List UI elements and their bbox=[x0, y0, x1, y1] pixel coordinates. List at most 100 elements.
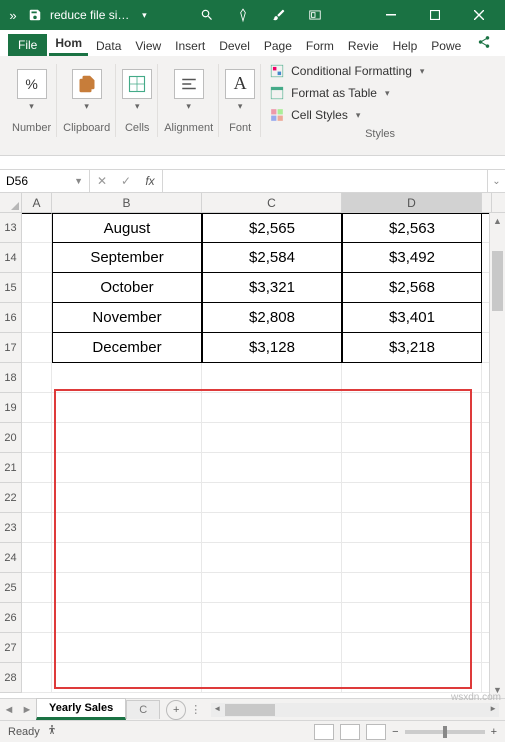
cell[interactable] bbox=[22, 273, 52, 303]
zoom-out-button[interactable]: − bbox=[392, 726, 398, 738]
row-header[interactable]: 23 bbox=[0, 513, 22, 543]
row-header[interactable]: 22 bbox=[0, 483, 22, 513]
ribbon-font[interactable]: A▾ Font bbox=[219, 60, 261, 155]
cell[interactable] bbox=[52, 543, 202, 573]
cell[interactable] bbox=[22, 483, 52, 513]
tab-devel[interactable]: Devel bbox=[213, 35, 256, 56]
cell[interactable] bbox=[22, 573, 52, 603]
col-header-D[interactable]: D bbox=[342, 193, 482, 212]
cell[interactable] bbox=[342, 423, 482, 453]
cell[interactable] bbox=[202, 513, 342, 543]
cell[interactable] bbox=[22, 663, 52, 693]
row-header[interactable]: 18 bbox=[0, 363, 22, 393]
cell[interactable] bbox=[22, 393, 52, 423]
row-header[interactable]: 24 bbox=[0, 543, 22, 573]
cell[interactable] bbox=[202, 393, 342, 423]
cell[interactable] bbox=[22, 243, 52, 273]
cell[interactable]: $3,492 bbox=[342, 243, 482, 273]
zoom-slider[interactable] bbox=[405, 730, 485, 734]
ribbon-number[interactable]: %▾ Number bbox=[6, 60, 57, 155]
row-header[interactable]: 15 bbox=[0, 273, 22, 303]
row-header[interactable]: 27 bbox=[0, 633, 22, 663]
ribbon-alignment[interactable]: ▾ Alignment bbox=[158, 60, 219, 155]
name-box[interactable]: D56▼ bbox=[0, 170, 90, 192]
tab-file[interactable]: File bbox=[8, 34, 47, 56]
col-header-C[interactable]: C bbox=[202, 193, 342, 212]
cell[interactable]: $2,584 bbox=[202, 243, 342, 273]
cell[interactable] bbox=[52, 363, 202, 393]
row-header[interactable]: 17 bbox=[0, 333, 22, 363]
cell[interactable]: $2,568 bbox=[342, 273, 482, 303]
cell[interactable] bbox=[342, 603, 482, 633]
view-layout-button[interactable] bbox=[340, 724, 360, 740]
close-button[interactable] bbox=[459, 0, 499, 30]
cell[interactable] bbox=[342, 543, 482, 573]
tab-view[interactable]: View bbox=[129, 35, 167, 56]
cell[interactable]: $2,563 bbox=[342, 213, 482, 243]
window-icon[interactable] bbox=[308, 8, 322, 22]
cell[interactable] bbox=[202, 633, 342, 663]
cell[interactable]: August bbox=[52, 213, 202, 243]
tab-page[interactable]: Page bbox=[258, 35, 298, 56]
cell[interactable] bbox=[202, 423, 342, 453]
horizontal-scrollbar[interactable]: ◄ ► bbox=[211, 703, 499, 717]
cell[interactable] bbox=[202, 573, 342, 603]
view-pagebreak-button[interactable] bbox=[366, 724, 386, 740]
cell[interactable] bbox=[52, 393, 202, 423]
cell[interactable] bbox=[342, 393, 482, 423]
row-header[interactable]: 25 bbox=[0, 573, 22, 603]
row-header[interactable]: 20 bbox=[0, 423, 22, 453]
search-icon[interactable] bbox=[200, 8, 214, 22]
cell[interactable] bbox=[202, 483, 342, 513]
cell[interactable] bbox=[22, 633, 52, 663]
cell[interactable] bbox=[52, 663, 202, 693]
cell[interactable] bbox=[52, 453, 202, 483]
cell[interactable]: $3,218 bbox=[342, 333, 482, 363]
brush-icon[interactable] bbox=[272, 8, 286, 22]
cell[interactable] bbox=[22, 423, 52, 453]
cell[interactable]: $2,565 bbox=[202, 213, 342, 243]
row-header[interactable]: 16 bbox=[0, 303, 22, 333]
tab-home[interactable]: Hom bbox=[49, 32, 88, 56]
view-normal-button[interactable] bbox=[314, 724, 334, 740]
more-icon[interactable]: » bbox=[6, 8, 20, 22]
cell[interactable] bbox=[202, 603, 342, 633]
vertical-scrollbar[interactable]: ▲ ▼ bbox=[489, 213, 505, 698]
cell[interactable] bbox=[22, 603, 52, 633]
cell[interactable] bbox=[22, 363, 52, 393]
row-header[interactable]: 19 bbox=[0, 393, 22, 423]
maximize-button[interactable] bbox=[415, 0, 455, 30]
formula-input[interactable] bbox=[163, 170, 487, 192]
minimize-button[interactable] bbox=[371, 0, 411, 30]
cell[interactable]: $3,321 bbox=[202, 273, 342, 303]
ribbon-clipboard[interactable]: ▾ Clipboard bbox=[57, 60, 116, 155]
cell[interactable]: December bbox=[52, 333, 202, 363]
horizontal-scroll-thumb[interactable] bbox=[225, 704, 275, 716]
cell[interactable] bbox=[52, 423, 202, 453]
namebox-dropdown-icon[interactable]: ▼ bbox=[74, 176, 83, 186]
cell[interactable] bbox=[342, 663, 482, 693]
cell[interactable] bbox=[342, 573, 482, 603]
sheet-nav-next[interactable]: ► bbox=[18, 704, 36, 716]
tab-form[interactable]: Form bbox=[300, 35, 340, 56]
tab-powe[interactable]: Powe bbox=[425, 35, 467, 56]
cell[interactable]: $2,808 bbox=[202, 303, 342, 333]
cell[interactable]: October bbox=[52, 273, 202, 303]
sheet-nav-prev[interactable]: ◄ bbox=[0, 704, 18, 716]
tab-help[interactable]: Help bbox=[387, 35, 424, 56]
cell-styles-button[interactable]: Cell Styles▾ bbox=[267, 106, 493, 124]
cell[interactable] bbox=[202, 453, 342, 483]
scroll-up-icon[interactable]: ▲ bbox=[490, 213, 505, 229]
row-header[interactable]: 28 bbox=[0, 663, 22, 693]
row-header[interactable]: 26 bbox=[0, 603, 22, 633]
save-icon[interactable] bbox=[28, 8, 42, 22]
cell[interactable] bbox=[22, 453, 52, 483]
vertical-scroll-thumb[interactable] bbox=[492, 251, 503, 311]
cell[interactable] bbox=[202, 543, 342, 573]
accept-formula-button[interactable]: ✓ bbox=[114, 174, 138, 188]
cell[interactable] bbox=[342, 363, 482, 393]
dropdown-title-icon[interactable]: ▾ bbox=[137, 8, 151, 22]
cell[interactable] bbox=[202, 363, 342, 393]
diamond-icon[interactable] bbox=[236, 8, 250, 22]
cell[interactable] bbox=[52, 513, 202, 543]
